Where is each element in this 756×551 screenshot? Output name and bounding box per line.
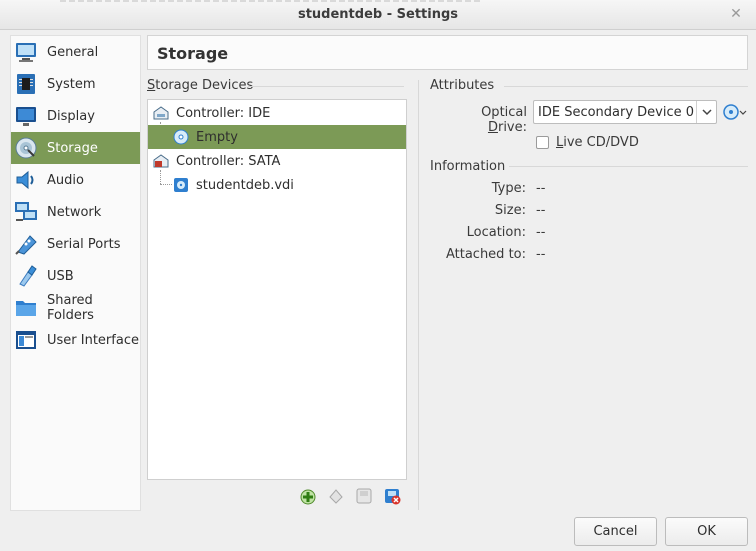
ok-button[interactable]: OK: [665, 517, 748, 546]
shared-folders-icon: [14, 296, 38, 320]
storage-devices-label: Storage Devices: [147, 78, 254, 93]
tree-item-empty-optical[interactable]: Empty: [148, 125, 406, 149]
system-icon: [14, 72, 38, 96]
info-attached-to-label: Attached to:: [445, 247, 526, 262]
sidebar-item-storage[interactable]: Storage: [11, 132, 140, 164]
page-header: Storage: [147, 35, 748, 70]
general-icon: [14, 40, 38, 64]
storage-tree[interactable]: Controller: IDE Empty Controller: SATA s…: [147, 99, 407, 480]
sidebar-item-user-interface[interactable]: User Interface: [11, 324, 140, 356]
optical-disc-icon: [173, 129, 189, 145]
sata-controller-icon: [152, 152, 170, 170]
sidebar-item-label: Serial Ports: [47, 236, 121, 252]
tree-item-label: Controller: IDE: [176, 105, 271, 121]
optical-drive-value: IDE Secondary Device 0: [538, 105, 695, 120]
optical-drive-select[interactable]: IDE Secondary Device 0: [533, 100, 717, 124]
information-label: Information: [430, 159, 506, 174]
window-title: studentdeb - Settings: [297, 7, 459, 22]
remove-attachment-icon[interactable]: [327, 487, 345, 505]
usb-icon: [14, 264, 38, 288]
title-bar: studentdeb - Settings ✕: [0, 0, 756, 30]
cancel-button[interactable]: Cancel: [574, 517, 657, 546]
sidebar-item-label: System: [47, 76, 96, 92]
sidebar-item-display[interactable]: Display: [11, 100, 140, 132]
live-cd-checkbox[interactable]: [536, 136, 549, 149]
user-interface-icon: [14, 328, 38, 352]
info-attached-to-value: --: [536, 247, 546, 262]
tree-item-controller-sata[interactable]: Controller: SATA: [148, 149, 406, 173]
info-location-value: --: [536, 225, 546, 240]
sidebar-item-serial-ports[interactable]: Serial Ports: [11, 228, 140, 260]
tree-item-label: Controller: SATA: [176, 153, 281, 169]
info-size-value: --: [536, 203, 546, 218]
network-icon: [14, 200, 38, 224]
info-type-label: Type:: [491, 181, 526, 196]
info-location-label: Location:: [466, 225, 526, 240]
settings-sidebar: General System Display Storage Audio Net…: [10, 35, 141, 511]
background-window-edge: [60, 0, 480, 2]
sidebar-item-label: Storage: [47, 140, 98, 156]
page-title: Storage: [157, 44, 229, 63]
choose-disk-icon[interactable]: [722, 102, 748, 122]
sidebar-item-label: Shared Folders: [47, 293, 94, 323]
sidebar-item-label: General: [47, 44, 99, 60]
divider: [509, 166, 748, 167]
storage-icon: [14, 136, 38, 160]
panel-separator: [418, 80, 419, 510]
close-icon[interactable]: ✕: [728, 6, 744, 22]
audio-icon: [14, 168, 38, 192]
sidebar-item-system[interactable]: System: [11, 68, 140, 100]
sidebar-item-shared-folders[interactable]: Shared Folders: [11, 292, 140, 324]
add-controller-icon[interactable]: [355, 487, 373, 505]
live-cd-label[interactable]: Live CD/DVD: [556, 135, 639, 150]
sidebar-item-label: Network: [47, 204, 102, 220]
attributes-label: Attributes: [430, 78, 495, 93]
sidebar-item-label: USB: [47, 268, 74, 284]
tree-item-label: Empty: [196, 129, 238, 145]
display-icon: [14, 104, 38, 128]
ide-controller-icon: [152, 104, 170, 122]
divider: [504, 86, 748, 87]
tree-item-label: studentdeb.vdi: [196, 177, 294, 193]
tree-item-controller-ide[interactable]: Controller: IDE: [148, 101, 406, 125]
sidebar-item-audio[interactable]: Audio: [11, 164, 140, 196]
serial-ports-icon: [14, 232, 38, 256]
add-attachment-icon[interactable]: [299, 487, 317, 505]
remove-controller-icon[interactable]: [383, 487, 401, 505]
sidebar-item-general[interactable]: General: [11, 36, 140, 68]
chevron-down-icon: [696, 101, 716, 123]
hard-disk-icon: [173, 177, 189, 193]
sidebar-item-label: Audio: [47, 172, 84, 188]
info-size-label: Size:: [494, 203, 526, 218]
optical-drive-label: Optical Drive:: [481, 105, 527, 135]
tree-item-studentdeb-vdi[interactable]: studentdeb.vdi: [148, 173, 406, 197]
sidebar-item-label: User Interface: [47, 332, 139, 348]
sidebar-item-label: Display: [47, 108, 95, 124]
info-type-value: --: [536, 181, 546, 196]
sidebar-item-network[interactable]: Network: [11, 196, 140, 228]
divider: [248, 86, 404, 87]
sidebar-item-usb[interactable]: USB: [11, 260, 140, 292]
